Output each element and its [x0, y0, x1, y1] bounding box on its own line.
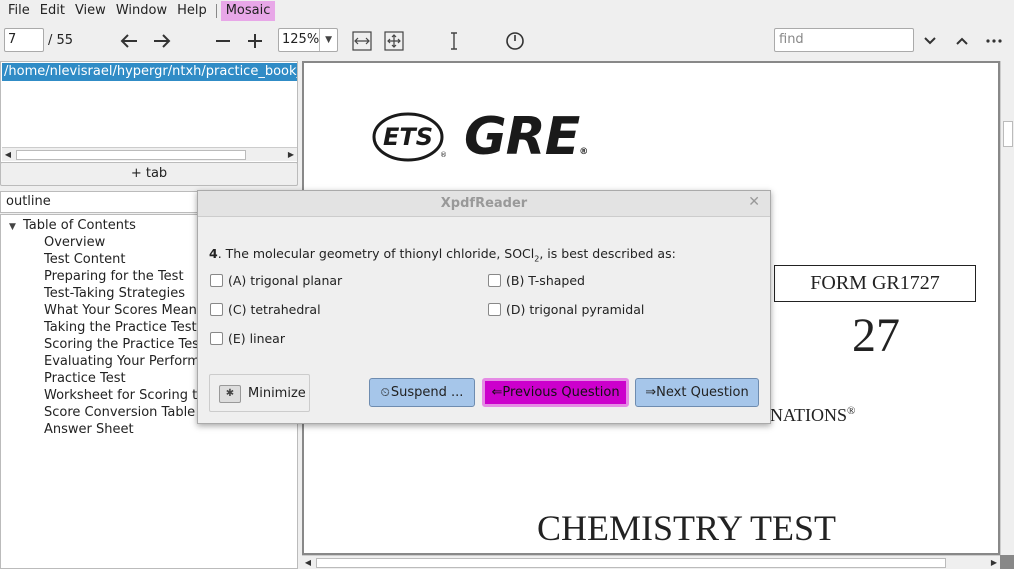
form-label: FORM GR1727: [774, 265, 976, 302]
form-number: 27: [852, 309, 900, 362]
question-dialog: XpdfReader ✕ 4. The molecular geometry o…: [197, 190, 771, 424]
zoom-value: 125%: [282, 32, 320, 47]
choice-label: (C) tetrahedral: [228, 302, 321, 317]
scroll-left-icon[interactable]: ◀: [302, 556, 314, 569]
outline-item[interactable]: Taking the Practice Test: [44, 320, 197, 335]
vertical-scrollbar[interactable]: [1000, 61, 1014, 555]
zoom-out-icon[interactable]: [211, 29, 235, 53]
arrow-right-icon: ⇒: [645, 385, 657, 400]
gre-logo-text: GRE: [464, 107, 580, 167]
tab-list-scrollbar[interactable]: ◀ ▶: [2, 147, 297, 161]
scroll-right-icon[interactable]: ▶: [988, 556, 1000, 569]
checkbox[interactable]: [210, 303, 223, 316]
add-tab-button[interactable]: + tab: [0, 162, 298, 186]
choice-e[interactable]: (E) linear: [210, 331, 285, 346]
arrow-left-icon: ⇐: [491, 385, 503, 400]
previous-question-button[interactable]: ⇐ Previous Question: [482, 378, 629, 407]
suspend-button[interactable]: ⏲ Suspend ...: [369, 378, 475, 407]
find-input[interactable]: find: [774, 28, 914, 52]
forward-arrow-icon[interactable]: [150, 29, 174, 53]
suspend-label: Suspend ...: [390, 385, 464, 400]
question-number: 4: [209, 246, 218, 261]
more-options-icon[interactable]: [982, 29, 1006, 53]
menu-file[interactable]: File: [3, 1, 35, 21]
horizontal-scrollbar[interactable]: ◀ ▶: [302, 555, 1000, 569]
scroll-right-icon[interactable]: ▶: [285, 148, 297, 162]
back-arrow-icon[interactable]: [117, 29, 141, 53]
tab-item-selected[interactable]: /home/nlevisrael/hypergr/ntxh/practice_b…: [2, 63, 297, 81]
next-label: Next Question: [656, 385, 749, 400]
outline-item[interactable]: Scoring the Practice Test: [44, 337, 204, 352]
fit-page-icon[interactable]: [382, 29, 406, 53]
document-title: CHEMISTRY TEST: [537, 508, 837, 548]
menu-separator: [215, 4, 217, 18]
menu-edit[interactable]: Edit: [35, 1, 70, 21]
question-text-pre: . The molecular geometry of thionyl chlo…: [217, 246, 535, 261]
outline-item[interactable]: Answer Sheet: [44, 422, 134, 437]
clock-icon: ⏲: [380, 385, 390, 399]
close-icon[interactable]: ✕: [748, 194, 760, 210]
outline-item[interactable]: Test-Taking Strategies: [44, 286, 185, 301]
choice-label: (A) trigonal planar: [228, 273, 343, 288]
outline-item[interactable]: What Your Scores Mean: [44, 303, 197, 318]
tab-list: /home/nlevisrael/hypergr/ntxh/practice_b…: [0, 61, 298, 163]
caret-down-icon[interactable]: ▼: [9, 222, 23, 232]
scroll-left-icon[interactable]: ◀: [2, 148, 14, 162]
minimize-icon[interactable]: ✱: [219, 385, 241, 403]
zoom-select[interactable]: 125% ▼: [278, 28, 338, 52]
fit-width-icon[interactable]: [350, 29, 374, 53]
tree-root[interactable]: ▼ Table of Contents: [9, 218, 136, 233]
find-next-icon[interactable]: [918, 29, 942, 53]
svg-text:®: ®: [440, 151, 446, 159]
checkbox[interactable]: [488, 303, 501, 316]
menubar: File Edit View Window Help Mosaic: [0, 0, 1014, 22]
scrollbar-thumb[interactable]: [1003, 121, 1013, 147]
page-total: / 55: [48, 33, 74, 48]
next-question-button[interactable]: ⇒ Next Question: [635, 378, 759, 407]
minimize-label[interactable]: Minimize: [248, 386, 306, 401]
outline-item[interactable]: Test Content: [44, 252, 125, 267]
minimize-group: ✱ Minimize: [209, 374, 310, 412]
zoom-in-icon[interactable]: [243, 29, 267, 53]
question-text-post: , is best described as:: [539, 246, 676, 261]
chevron-down-icon[interactable]: ▼: [319, 29, 337, 51]
dialog-title: XpdfReader: [198, 191, 770, 217]
checkbox[interactable]: [488, 274, 501, 287]
checkbox[interactable]: [210, 274, 223, 287]
outline-item[interactable]: Practice Test: [44, 371, 126, 386]
exams-text: NATIONS®: [770, 405, 856, 425]
page-number-input[interactable]: 7: [4, 28, 44, 52]
choice-b[interactable]: (B) T-shaped: [488, 273, 585, 288]
tree-root-label: Table of Contents: [23, 218, 136, 233]
menu-mosaic[interactable]: Mosaic: [220, 1, 276, 21]
scrollbar-thumb[interactable]: [16, 150, 246, 160]
text-select-icon[interactable]: [442, 29, 466, 53]
pan-mode-icon[interactable]: [503, 29, 527, 53]
choice-d[interactable]: (D) trigonal pyramidal: [488, 302, 644, 317]
toolbar: 7 / 55 125% ▼ find: [0, 22, 1014, 60]
outline-item[interactable]: Preparing for the Test: [44, 269, 184, 284]
menu-view[interactable]: View: [70, 1, 111, 21]
menu-help[interactable]: Help: [172, 1, 212, 21]
checkbox[interactable]: [210, 332, 223, 345]
find-previous-icon[interactable]: [950, 29, 974, 53]
outline-item[interactable]: Overview: [44, 235, 105, 250]
choice-label: (D) trigonal pyramidal: [506, 302, 645, 317]
question-text: 4. The molecular geometry of thionyl chl…: [209, 246, 676, 264]
choice-label: (E) linear: [228, 331, 285, 346]
menu-window[interactable]: Window: [111, 1, 172, 21]
scrollbar-thumb[interactable]: [316, 558, 946, 568]
svg-text:ETS: ETS: [383, 123, 433, 151]
choice-a[interactable]: (A) trigonal planar: [210, 273, 342, 288]
outline-item[interactable]: Score Conversion Table: [44, 405, 195, 420]
exams-text-label: NATIONS: [770, 405, 848, 425]
ets-logo: ETS ®: [372, 111, 447, 163]
choice-c[interactable]: (C) tetrahedral: [210, 302, 321, 317]
gre-logo: GRE®: [464, 107, 588, 167]
previous-label: Previous Question: [502, 385, 620, 400]
choice-label: (B) T-shaped: [506, 273, 585, 288]
